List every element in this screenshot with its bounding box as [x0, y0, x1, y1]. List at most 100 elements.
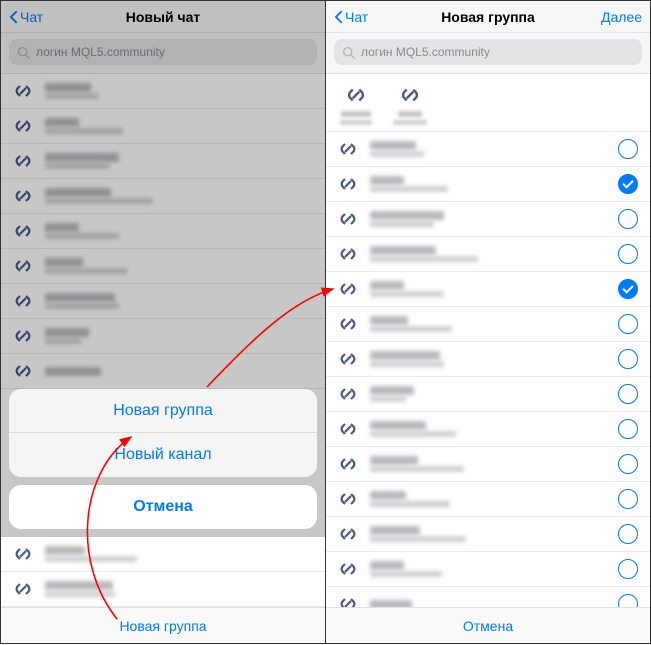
contact-meta: [370, 141, 608, 157]
contact-row[interactable]: [1, 572, 325, 607]
contact-sub-blur: [370, 186, 448, 192]
contact-name-blur: [370, 600, 412, 608]
contact-name-blur: [370, 281, 404, 290]
contact-row[interactable]: [326, 482, 650, 517]
contact-name-blur: [370, 141, 416, 150]
contact-meta: [370, 316, 608, 332]
selected-contact[interactable]: [338, 82, 374, 125]
search-input[interactable]: логин MQL5.community: [334, 39, 642, 65]
contact-name-blur: [45, 546, 85, 555]
select-radio[interactable]: [618, 384, 638, 404]
contact-row[interactable]: [326, 587, 650, 607]
link-icon: [336, 557, 360, 581]
link-icon: [11, 542, 35, 566]
contact-meta: [370, 421, 608, 437]
left-lower-peek: Новая группа: [1, 537, 325, 643]
contact-meta: [370, 456, 608, 472]
contact-name-blur: [370, 456, 418, 465]
link-icon: [336, 487, 360, 511]
select-radio[interactable]: [618, 139, 638, 159]
contact-sub-blur: [45, 591, 115, 597]
search-icon: [342, 46, 355, 59]
contact-row[interactable]: [326, 342, 650, 377]
contact-list[interactable]: [326, 132, 650, 607]
contact-name-blur: [370, 211, 444, 220]
select-radio[interactable]: [618, 349, 638, 369]
selected-contact[interactable]: [392, 82, 428, 125]
contact-meta: [370, 281, 608, 297]
link-icon: [336, 592, 360, 607]
select-radio[interactable]: [618, 594, 638, 607]
contact-row[interactable]: [326, 237, 650, 272]
contact-name-blur: [370, 246, 436, 255]
contact-row[interactable]: [326, 202, 650, 237]
contact-name-blur: [370, 176, 404, 185]
select-radio[interactable]: [618, 559, 638, 579]
contact-sub-blur: [370, 221, 434, 227]
link-icon: [343, 82, 369, 108]
link-icon: [336, 347, 360, 371]
contact-sub-blur: [370, 151, 424, 157]
select-radio[interactable]: [618, 489, 638, 509]
select-radio[interactable]: [618, 174, 638, 194]
contact-name-blur: [370, 561, 404, 570]
contact-row[interactable]: [326, 412, 650, 447]
select-radio[interactable]: [618, 209, 638, 229]
link-icon: [336, 242, 360, 266]
contact-name-blur: [370, 316, 408, 325]
contact-meta: [370, 491, 608, 507]
contact-sub-blur: [370, 431, 456, 437]
contact-sub-blur: [370, 536, 466, 542]
select-radio[interactable]: [618, 454, 638, 474]
select-radio[interactable]: [618, 314, 638, 334]
contact-sub-blur: [370, 326, 452, 332]
select-radio[interactable]: [618, 419, 638, 439]
select-radio[interactable]: [618, 279, 638, 299]
contact-row[interactable]: [326, 272, 650, 307]
action-sheet-backdrop[interactable]: Новая группа Новый канал Отмена: [1, 1, 325, 537]
contact-meta: [45, 581, 313, 597]
link-icon: [336, 137, 360, 161]
contact-row[interactable]: [326, 447, 650, 482]
contact-sub-blur: [370, 256, 478, 262]
contact-name-blur: [45, 581, 113, 590]
select-radio[interactable]: [618, 244, 638, 264]
contact-row[interactable]: [326, 307, 650, 342]
contact-row[interactable]: [326, 552, 650, 587]
contact-meta: [370, 176, 608, 192]
new-channel-option[interactable]: Новый канал: [9, 433, 317, 477]
contact-row[interactable]: [326, 167, 650, 202]
contact-sub-blur: [370, 361, 444, 367]
contact-sub-blur: [370, 466, 464, 472]
link-icon: [336, 277, 360, 301]
pane-new-group: Чат Новая группа Далее логин MQL5.commun…: [326, 1, 650, 643]
pane-new-chat: Чат Новый чат логин MQL5.community Новая…: [1, 1, 326, 643]
search-bar-wrap: логин MQL5.community: [326, 33, 650, 74]
select-radio[interactable]: [618, 524, 638, 544]
link-icon: [336, 172, 360, 196]
bottom-bar-new-group[interactable]: Новая группа: [1, 607, 325, 643]
new-group-option[interactable]: Новая группа: [9, 389, 317, 433]
back-label: Чат: [345, 9, 368, 25]
bottom-bar-cancel[interactable]: Отмена: [326, 607, 650, 643]
contact-row[interactable]: [326, 377, 650, 412]
contact-name-blur: [370, 491, 406, 500]
contact-meta: [370, 211, 608, 227]
contact-meta: [45, 546, 313, 562]
link-icon: [336, 207, 360, 231]
contact-row[interactable]: [1, 537, 325, 572]
contact-meta: [370, 600, 608, 608]
link-icon: [397, 82, 423, 108]
link-icon: [336, 522, 360, 546]
back-button[interactable]: Чат: [334, 9, 368, 25]
next-button[interactable]: Далее: [601, 9, 642, 25]
search-placeholder: логин MQL5.community: [361, 45, 490, 59]
contact-row[interactable]: [326, 517, 650, 552]
link-icon: [336, 417, 360, 441]
nav-bar: Чат Новая группа Далее: [326, 1, 650, 33]
cancel-button[interactable]: Отмена: [9, 485, 317, 529]
contact-row[interactable]: [326, 132, 650, 167]
contact-meta: [370, 526, 608, 542]
contact-name-blur: [370, 351, 440, 360]
selected-sub-blur: [340, 120, 372, 125]
